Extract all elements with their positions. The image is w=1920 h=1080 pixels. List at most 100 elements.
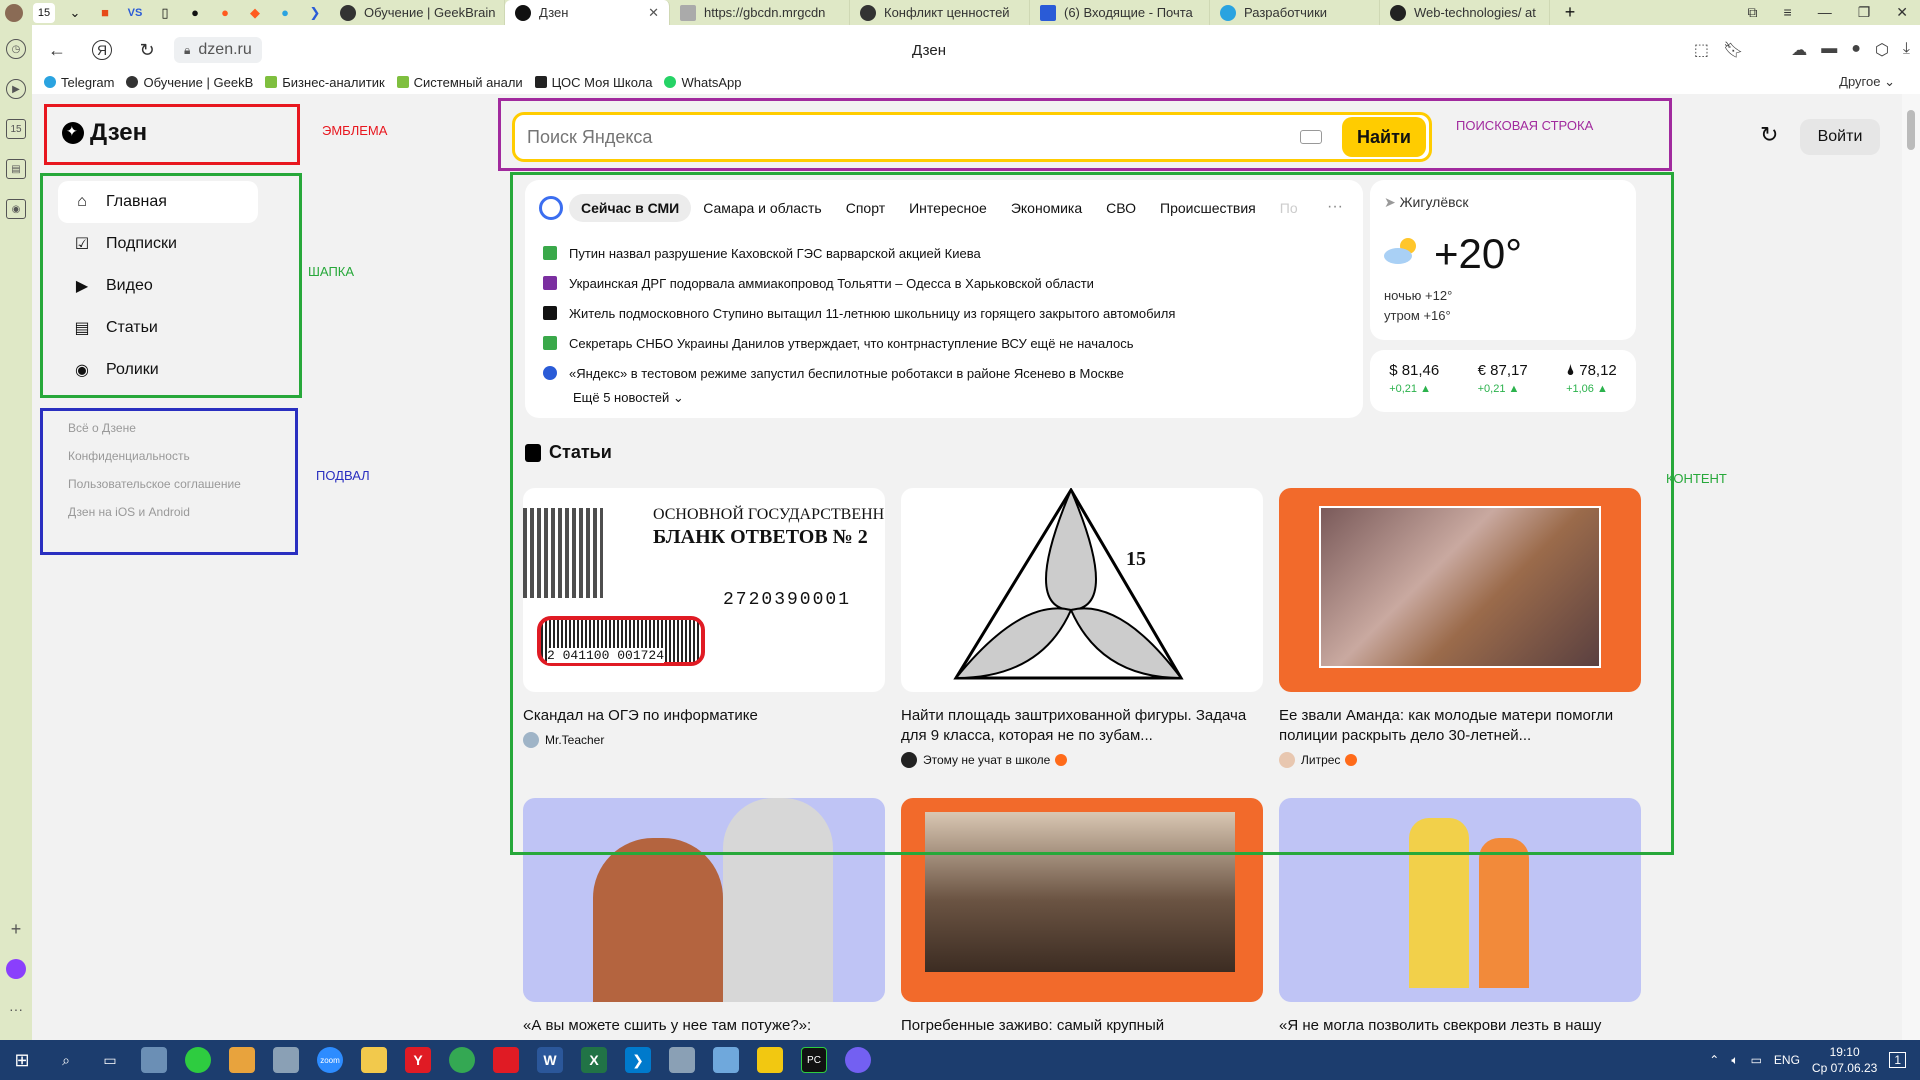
vscode-icon[interactable]: ❯: [305, 3, 325, 23]
download-icon[interactable]: ⤓: [1903, 40, 1910, 60]
tab-gbcdn[interactable]: https://gbcdn.mrgcdn: [670, 0, 850, 25]
zoom-icon[interactable]: zoom: [317, 1047, 343, 1073]
app-icon[interactable]: [229, 1047, 255, 1073]
excel-icon[interactable]: X: [581, 1047, 607, 1073]
tab-conflict[interactable]: Конфликт ценностей: [850, 0, 1030, 25]
tab-dzen[interactable]: Дзен ✕: [505, 0, 670, 25]
language-indicator[interactable]: ENG: [1774, 1053, 1800, 1067]
maximize-icon[interactable]: ❐: [1858, 4, 1871, 21]
clock[interactable]: 19:10 Ср 07.06.23: [1812, 1044, 1877, 1076]
tab-counter[interactable]: 15: [33, 2, 55, 23]
scroll-thumb[interactable]: [1907, 110, 1915, 150]
cloud-icon[interactable]: ☁: [1791, 40, 1807, 60]
profile-avatar[interactable]: [5, 3, 23, 22]
play-icon[interactable]: ▶: [6, 79, 26, 99]
alice-icon[interactable]: [6, 959, 26, 979]
search-bar: Найти: [512, 112, 1432, 162]
footer-link-about[interactable]: Всё о Дзене: [68, 414, 241, 442]
document-icon[interactable]: ▯: [155, 3, 175, 23]
school-icon: [534, 76, 547, 88]
nav-item-video[interactable]: ▶ Видео: [58, 265, 258, 307]
tab-title: Разработчики: [1244, 5, 1328, 20]
app-icon[interactable]: [141, 1047, 167, 1073]
network-icon[interactable]: ▭: [1751, 1053, 1762, 1067]
reddit-icon[interactable]: ●: [215, 3, 235, 23]
tab-geekbrains[interactable]: Обучение | GeekBrain: [330, 0, 505, 25]
tab-title: https://gbcdn.mrgcdn: [704, 5, 826, 20]
arrow-icon[interactable]: ◆: [245, 3, 265, 23]
tab-mail[interactable]: (6) Входящие - Почта: [1030, 0, 1210, 25]
bookmark-business-analyst[interactable]: Бизнес-аналитик: [265, 75, 385, 90]
chevron-down-icon[interactable]: ⌄: [65, 3, 85, 23]
nav-item-articles[interactable]: ▤ Статьи: [58, 307, 258, 349]
footer-link-terms[interactable]: Пользовательское соглашение: [68, 470, 241, 498]
reload-icon[interactable]: ↻: [132, 35, 162, 65]
windows-icon[interactable]: ■: [95, 3, 115, 23]
color-icon[interactable]: ●: [1851, 40, 1861, 60]
task-view-icon[interactable]: ▭: [97, 1047, 123, 1073]
close-window-icon[interactable]: ✕: [1896, 4, 1908, 21]
app-icon[interactable]: [713, 1047, 739, 1073]
pycharm-icon[interactable]: PC: [801, 1047, 827, 1073]
login-button[interactable]: Войти: [1800, 119, 1880, 155]
bookmark-school[interactable]: ЦОС Моя Школа: [534, 75, 652, 90]
chevron-up-icon[interactable]: ⌃: [1709, 1053, 1719, 1067]
geekbrains-icon: [126, 76, 139, 88]
tab-developers[interactable]: Разработчики: [1210, 0, 1380, 25]
nav-item-clips[interactable]: ◉ Ролики: [58, 349, 258, 391]
bookmark-system-analyst[interactable]: Системный анали: [396, 75, 523, 90]
app-icon[interactable]: [273, 1047, 299, 1073]
notes-icon[interactable]: ▤: [6, 159, 26, 179]
powerbi-icon[interactable]: [757, 1047, 783, 1073]
notifications-icon[interactable]: 1: [1889, 1052, 1906, 1068]
search-icon[interactable]: ⌕: [53, 1047, 79, 1073]
add-icon[interactable]: +: [6, 919, 26, 939]
app-icon[interactable]: [185, 1047, 211, 1073]
github-icon[interactable]: ●: [185, 3, 205, 23]
info-icon[interactable]: ●: [275, 3, 295, 23]
dzen-logo[interactable]: Дзен: [62, 119, 147, 147]
chrome-icon[interactable]: [449, 1047, 475, 1073]
tab-web-technologies[interactable]: Web-technologies/ at: [1380, 0, 1550, 25]
back-icon[interactable]: ←: [42, 35, 72, 65]
keyboard-icon[interactable]: [1300, 130, 1322, 144]
refresh-icon[interactable]: ↻: [1760, 122, 1778, 148]
bookmark-telegram[interactable]: Telegram: [44, 75, 114, 90]
search-input[interactable]: [527, 126, 1300, 148]
history-icon[interactable]: ◷: [6, 39, 26, 59]
windows-start-icon[interactable]: ⊞: [9, 1047, 35, 1073]
scrollbar[interactable]: [1902, 94, 1920, 1040]
more-icon[interactable]: ···: [6, 999, 26, 1019]
vpn-icon[interactable]: ▬: [1821, 40, 1837, 60]
nav-item-subscriptions[interactable]: ☑ Подписки: [58, 223, 258, 265]
bookmark-icon[interactable]: 🔖︎: [1723, 40, 1743, 60]
nav-item-home[interactable]: ⌂ Главная: [58, 181, 258, 223]
viber-icon[interactable]: [845, 1047, 871, 1073]
minimize-icon[interactable]: —: [1818, 4, 1832, 21]
app-icon[interactable]: [669, 1047, 695, 1073]
new-tab-button[interactable]: +: [1560, 2, 1580, 23]
yandex-icon[interactable]: Я: [92, 40, 112, 60]
menu-icon[interactable]: ≡: [1784, 4, 1792, 21]
calendar-icon[interactable]: 15: [6, 119, 26, 139]
bookmark-whatsapp[interactable]: WhatsApp: [664, 75, 741, 90]
taskbar: ⊞ ⌕ ▭ zoom Y W X ❯ PC ⌃ 🔈︎ ▭ ENG 19:10 С…: [0, 1040, 1920, 1080]
vscode-icon[interactable]: ❯: [625, 1047, 651, 1073]
puzzle-icon[interactable]: ⬡: [1875, 40, 1889, 60]
volume-icon[interactable]: 🔈︎: [1731, 1053, 1738, 1068]
yandex-browser-icon[interactable]: Y: [405, 1047, 431, 1073]
url-field[interactable]: 🔒︎ dzen.ru: [174, 37, 262, 63]
app-icon[interactable]: [493, 1047, 519, 1073]
search-button[interactable]: Найти: [1342, 117, 1426, 157]
vs-icon[interactable]: VS: [125, 3, 145, 23]
footer-link-privacy[interactable]: Конфиденциальность: [68, 442, 241, 470]
bookmark-geekbrains[interactable]: Обучение | GeekB: [126, 75, 253, 90]
bookmarks-other[interactable]: Другое ⌄: [1839, 74, 1895, 90]
extension-icon[interactable]: ⬚: [1694, 40, 1709, 60]
close-icon[interactable]: ✕: [638, 5, 659, 21]
screenshot-icon[interactable]: ◉: [6, 199, 26, 219]
collections-icon[interactable]: ⧉: [1748, 4, 1758, 21]
word-icon[interactable]: W: [537, 1047, 563, 1073]
folder-icon[interactable]: [361, 1047, 387, 1073]
footer-link-apps[interactable]: Дзен на iOS и Android: [68, 498, 241, 526]
